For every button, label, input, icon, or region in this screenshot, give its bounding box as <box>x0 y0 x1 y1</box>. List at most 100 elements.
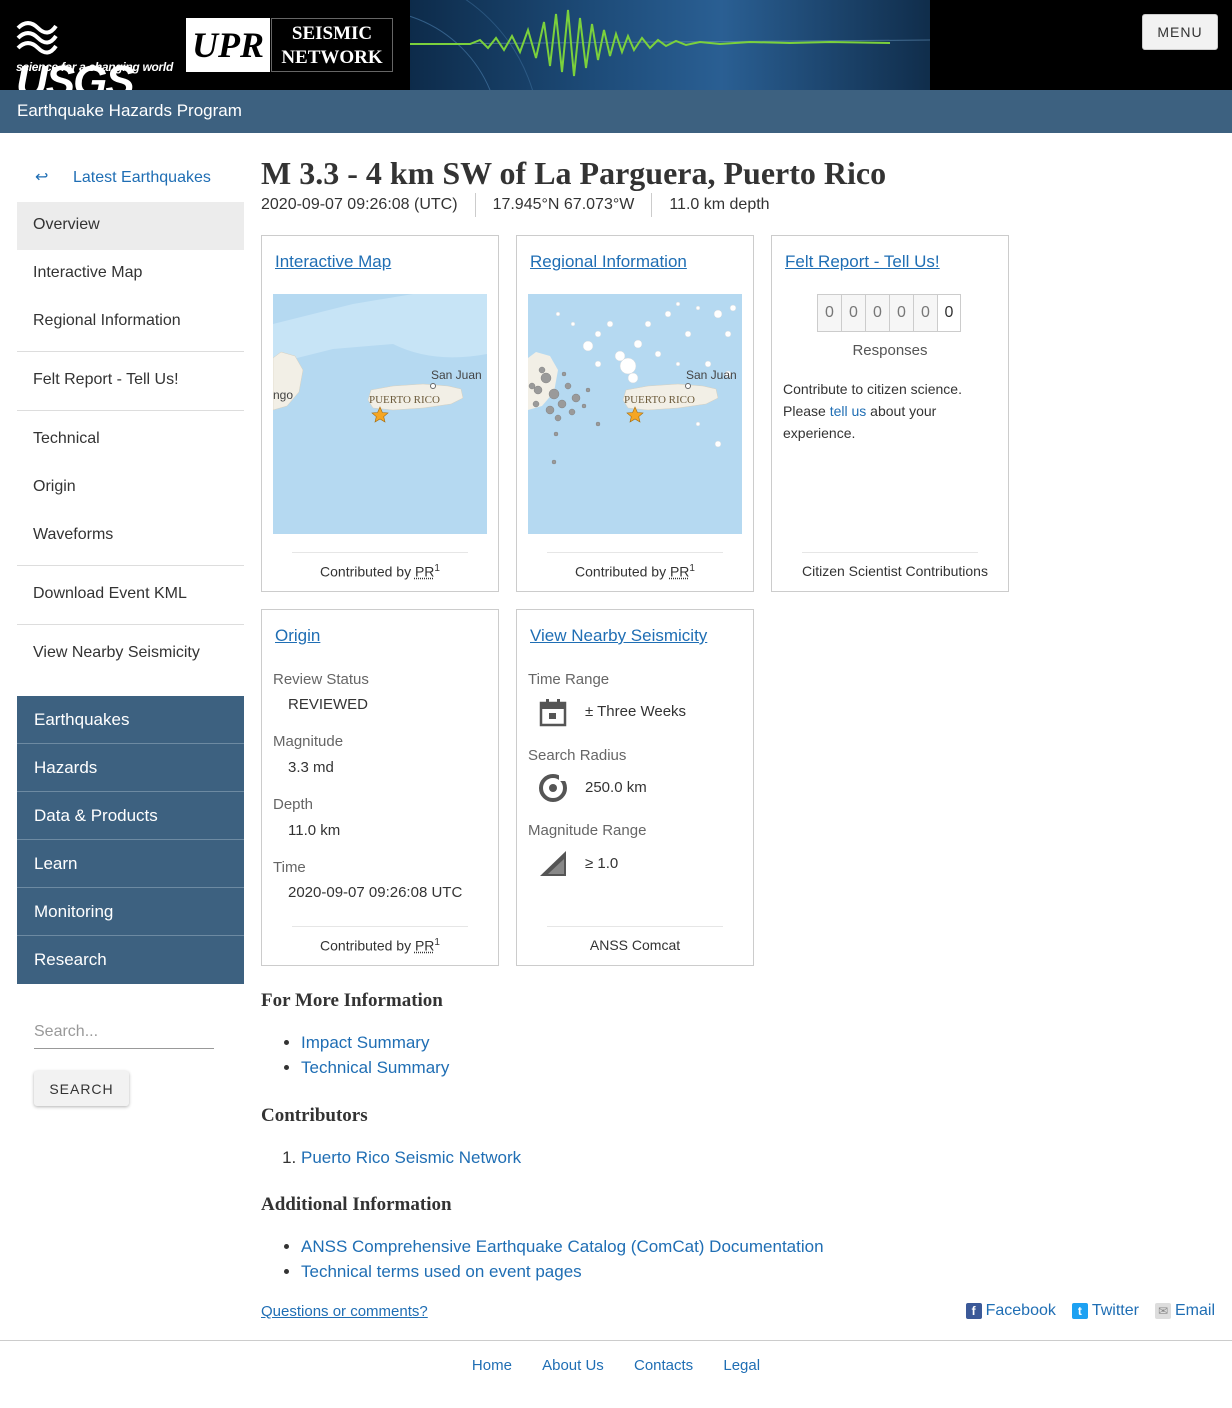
regional-contributor: Contributed by PR1 <box>547 552 723 580</box>
impact-summary-link[interactable]: Impact Summary <box>301 1033 429 1052</box>
additional-information-list: ANSS Comprehensive Earthquake Catalog (C… <box>261 1234 824 1284</box>
back-arrow-icon: ↩ <box>35 169 49 186</box>
calendar-icon <box>539 699 567 727</box>
regional-information-card[interactable]: Regional Information San Juan PUERTO RIC… <box>516 235 754 592</box>
technical-summary-link[interactable]: Technical Summary <box>301 1058 449 1077</box>
event-location: 17.945°N 67.073°W <box>492 196 635 213</box>
counter-digit: 0 <box>937 294 961 332</box>
footer-legal-link[interactable]: Legal <box>723 1357 760 1374</box>
regional-map-thumbnail[interactable]: San Juan PUERTO RICO <box>528 294 742 534</box>
contributors-list: Puerto Rico Seismic Network <box>261 1145 521 1170</box>
menu-button[interactable]: MENU <box>1142 14 1218 50</box>
footer-about-us-link[interactable]: About Us <box>542 1357 604 1374</box>
list-item: Technical Summary <box>301 1055 449 1080</box>
list-item: Impact Summary <box>301 1030 449 1055</box>
comcat-documentation-link[interactable]: ANSS Comprehensive Earthquake Catalog (C… <box>301 1237 824 1256</box>
event-depth: 11.0 km depth <box>669 196 770 213</box>
latest-earthquakes-link[interactable]: ↩ Latest Earthquakes <box>17 154 244 202</box>
sidebar-divider <box>17 351 244 352</box>
site-nav-learn[interactable]: Learn <box>17 840 244 888</box>
contributor-pr[interactable]: PR <box>670 564 689 580</box>
site-section-nav: Earthquakes Hazards Data & Products Lear… <box>17 696 244 984</box>
map-label-san-juan: San Juan <box>431 368 482 382</box>
meta-separator <box>651 192 653 217</box>
nearby-seismicity-link[interactable]: View Nearby Seismicity <box>530 626 707 646</box>
search-input[interactable] <box>34 1016 214 1049</box>
search-button[interactable]: SEARCH <box>34 1071 129 1106</box>
seismogram-wave-icon <box>410 0 930 90</box>
interactive-map-link[interactable]: Interactive Map <box>275 252 391 272</box>
felt-report-footer: Citizen Scientist Contributions <box>802 552 988 579</box>
footer-home-link[interactable]: Home <box>472 1357 512 1374</box>
map-image: San Juan PUERTO RICO ngo <box>273 294 487 534</box>
event-side-nav: ↩ Latest Earthquakes Overview Interactive… <box>17 154 244 678</box>
sidebar-item-regional-information[interactable]: Regional Information <box>17 298 244 346</box>
radius-target-icon <box>539 774 567 802</box>
sidebar-item-nearby-seismicity[interactable]: View Nearby Seismicity <box>17 630 244 678</box>
questions-comments-link[interactable]: Questions or comments? <box>261 1303 428 1320</box>
site-nav-hazards[interactable]: Hazards <box>17 744 244 792</box>
site-nav-research[interactable]: Research <box>17 936 244 984</box>
felt-report-card[interactable]: Felt Report - Tell Us! 0 0 0 0 0 0 Respo… <box>771 235 1009 592</box>
facebook-icon: f <box>965 1303 982 1319</box>
interactive-map-card[interactable]: Interactive Map San Juan PUERTO RICO ngo… <box>261 235 499 592</box>
map-label-san-juan: San Juan <box>686 368 737 382</box>
review-status-label: Review Status <box>273 671 369 688</box>
list-item: Puerto Rico Seismic Network <box>301 1145 521 1170</box>
email-link[interactable]: ✉ Email <box>1154 1302 1215 1320</box>
sidebar-item-origin[interactable]: Origin <box>17 464 244 512</box>
time-value: 2020-09-07 09:26:08 UTC <box>288 884 463 901</box>
tell-us-link[interactable]: tell us <box>830 403 867 419</box>
contributor-pr[interactable]: PR <box>415 938 434 954</box>
search-radius-value: 250.0 km <box>585 779 647 796</box>
sidebar-item-interactive-map[interactable]: Interactive Map <box>17 250 244 298</box>
counter-digit: 0 <box>865 294 889 332</box>
facebook-link[interactable]: f Facebook <box>965 1302 1056 1320</box>
program-title-bar[interactable]: Earthquake Hazards Program <box>0 90 1232 133</box>
seismic-network-logo[interactable]: SEISMIC NETWORK <box>271 18 393 72</box>
sidebar-divider <box>17 624 244 625</box>
sidebar-item-overview[interactable]: Overview <box>17 202 244 250</box>
usgs-tagline: science for a changing world <box>16 60 173 74</box>
social-links: f Facebook t Twitter ✉ Email <box>965 1302 1215 1320</box>
felt-report-link[interactable]: Felt Report - Tell Us! <box>785 252 940 272</box>
counter-digit: 0 <box>889 294 913 332</box>
meta-separator <box>474 192 476 217</box>
twitter-link[interactable]: t Twitter <box>1071 1302 1139 1320</box>
puerto-rico-seismic-network-link[interactable]: Puerto Rico Seismic Network <box>301 1148 521 1167</box>
seismogram-banner <box>410 0 930 90</box>
depth-value: 11.0 km <box>288 822 341 839</box>
site-nav-monitoring[interactable]: Monitoring <box>17 888 244 936</box>
regional-information-link[interactable]: Regional Information <box>530 252 687 272</box>
interactive-map-contributor: Contributed by PR1 <box>292 552 468 580</box>
interactive-map-thumbnail[interactable]: San Juan PUERTO RICO ngo <box>273 294 487 534</box>
site-nav-data-products[interactable]: Data & Products <box>17 792 244 840</box>
contributor-pr[interactable]: PR <box>415 564 434 580</box>
footer-divider <box>0 1340 1232 1341</box>
felt-report-description: Contribute to citizen science. Please te… <box>783 381 962 441</box>
magnitude-ramp-icon <box>540 851 566 876</box>
origin-link[interactable]: Origin <box>275 626 320 646</box>
sidebar-item-download-kml[interactable]: Download Event KML <box>17 571 244 619</box>
sidebar-item-waveforms[interactable]: Waveforms <box>17 512 244 560</box>
technical-terms-link[interactable]: Technical terms used on event pages <box>301 1262 582 1281</box>
origin-contributor: Contributed by PR1 <box>292 926 468 954</box>
sidebar-item-felt-report[interactable]: Felt Report - Tell Us! <box>17 357 244 405</box>
origin-card[interactable]: Origin Review Status REVIEWED Magnitude … <box>261 609 499 966</box>
counter-digit: 0 <box>841 294 865 332</box>
sidebar-item-technical[interactable]: Technical <box>17 416 244 464</box>
nearby-seismicity-card[interactable]: View Nearby Seismicity Time Range ± Thre… <box>516 609 754 966</box>
site-nav-earthquakes[interactable]: Earthquakes <box>17 696 244 744</box>
list-item: Technical terms used on event pages <box>301 1259 824 1284</box>
contributors-heading: Contributors <box>261 1105 368 1126</box>
usgs-logo[interactable]: USGS science for a changing world <box>16 16 173 104</box>
page-title: M 3.3 - 4 km SW of La Parguera, Puerto R… <box>261 155 887 191</box>
counter-digit: 0 <box>817 294 841 332</box>
list-item: ANSS Comprehensive Earthquake Catalog (C… <box>301 1234 824 1259</box>
usgs-wave-icon <box>16 21 58 55</box>
program-name[interactable]: Earthquake Hazards Program <box>17 101 242 120</box>
more-information-list: Impact Summary Technical Summary <box>261 1030 449 1080</box>
responses-label: Responses <box>852 342 928 359</box>
upr-logo[interactable]: UPR <box>186 18 270 72</box>
footer-contacts-link[interactable]: Contacts <box>634 1357 693 1374</box>
